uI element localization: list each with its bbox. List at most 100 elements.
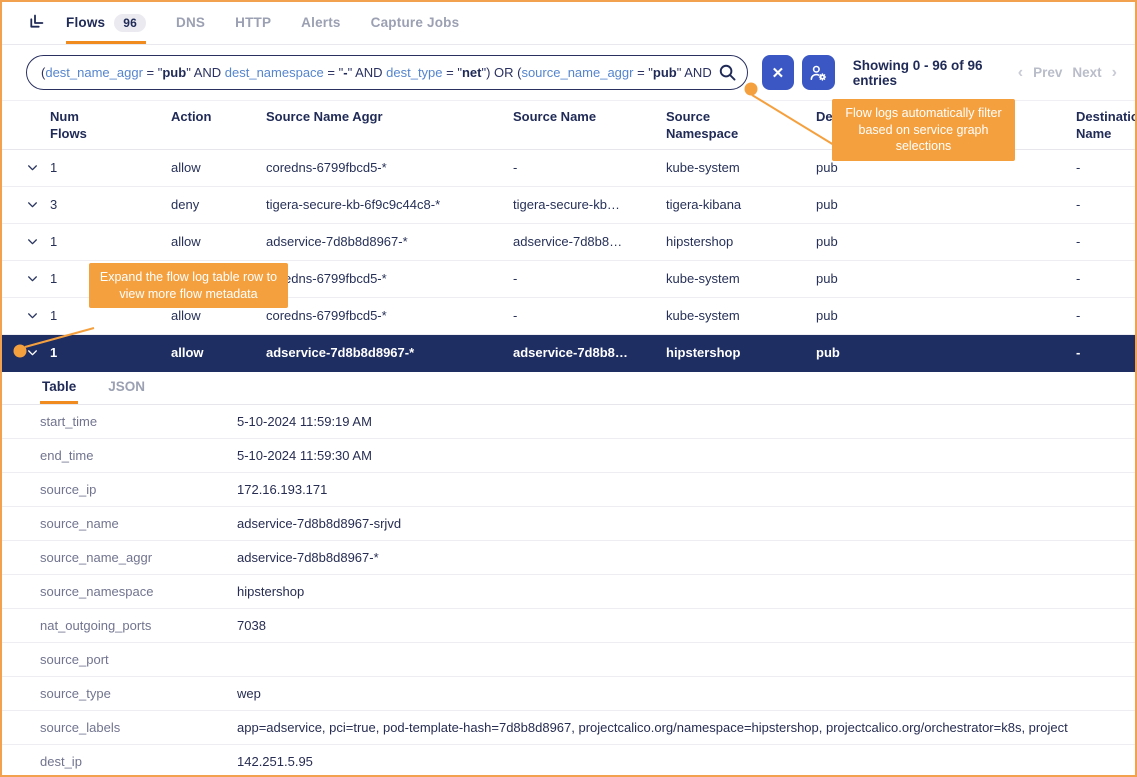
search-icon[interactable] xyxy=(718,63,737,82)
flow-row[interactable]: 1allowadservice-7d8b8d8967-*adservice-7d… xyxy=(2,224,1135,261)
cell-source-name: - xyxy=(513,271,666,286)
expand-chevron-icon[interactable] xyxy=(26,272,50,285)
tab-http[interactable]: HTTP xyxy=(235,2,271,44)
entries-count-label: Showing 0 - 96 of 96 entries xyxy=(853,58,1018,88)
cell-source-namespace: kube-system xyxy=(666,160,816,175)
field-value: wep xyxy=(237,686,1135,701)
cell-source-name-aggr: coredns-6799fbcd5-* xyxy=(266,160,513,175)
column-header: Action xyxy=(171,109,266,126)
expand-chevron-icon[interactable] xyxy=(26,198,50,211)
cell-source-namespace: kube-system xyxy=(666,271,816,286)
field-key: source_namespace xyxy=(40,584,237,599)
flow-detail-panel: TableJSON start_time5-10-2024 11:59:19 A… xyxy=(2,372,1135,777)
query-plain: = " xyxy=(633,65,652,80)
cell-action: allow xyxy=(171,234,266,249)
count-badge: 96 xyxy=(114,14,146,32)
query-plain: = " xyxy=(443,65,462,80)
detail-row: nat_outgoing_ports7038 xyxy=(2,609,1135,643)
field-value: 7038 xyxy=(237,618,1135,633)
tab-flows[interactable]: Flows 96 xyxy=(66,2,146,44)
cell-destination-name: - xyxy=(1076,271,1135,286)
pagination: ‹ Prev Next › xyxy=(1018,64,1121,82)
tab-label: Alerts xyxy=(301,15,340,30)
query-value: net xyxy=(462,65,482,80)
field-key: source_labels xyxy=(40,720,237,735)
next-chevron-icon[interactable]: › xyxy=(1112,64,1117,82)
field-value: 142.251.5.95 xyxy=(237,754,1135,769)
cell-destination-name: - xyxy=(1076,345,1135,360)
cell-source-namespace: hipstershop xyxy=(666,234,816,249)
field-key: end_time xyxy=(40,448,237,463)
field-key: source_port xyxy=(40,652,237,667)
query-plain: " AND xyxy=(186,65,225,80)
field-key: source_type xyxy=(40,686,237,701)
clear-filter-button[interactable]: ✕ xyxy=(762,55,795,90)
query-value: pub xyxy=(162,65,186,80)
field-value: 172.16.193.171 xyxy=(237,482,1135,497)
cell-destination-name: - xyxy=(1076,308,1135,323)
cell-dest-name-aggr: pub xyxy=(816,271,1076,286)
field-value: app=adservice, pci=true, pod-template-ha… xyxy=(237,720,1135,735)
callout-expand-note: Expand the flow log table row to view mo… xyxy=(89,263,288,308)
cell-destination-name: - xyxy=(1076,160,1135,175)
tab-label: DNS xyxy=(176,15,205,30)
field-key: nat_outgoing_ports xyxy=(40,618,237,633)
tab-dns[interactable]: DNS xyxy=(176,2,205,44)
cell-dest-name-aggr: pub xyxy=(816,234,1076,249)
collapse-panel-icon[interactable] xyxy=(26,14,44,32)
detail-tab-table[interactable]: Table xyxy=(40,376,78,404)
cell-source-name: adservice-7d8b8… xyxy=(513,345,666,360)
cell-source-name: tigera-secure-kb… xyxy=(513,197,666,212)
detail-row: source_port xyxy=(2,643,1135,677)
cell-source-namespace: kube-system xyxy=(666,308,816,323)
filter-query-input[interactable]: (dest_name_aggr = "pub" AND dest_namespa… xyxy=(26,55,748,90)
detail-row: end_time5-10-2024 11:59:30 AM xyxy=(2,439,1135,473)
detail-tabs: Table JSON xyxy=(2,372,1135,405)
tab-label: HTTP xyxy=(235,15,271,30)
detail-row: source_namespacehipstershop xyxy=(2,575,1135,609)
field-value: adservice-7d8b8d8967-* xyxy=(237,550,1135,565)
query-plain: = " xyxy=(143,65,162,80)
cell-source-namespace: hipstershop xyxy=(666,345,816,360)
flow-row[interactable]: 3denytigera-secure-kb-6f9c9c44c8-*tigera… xyxy=(2,187,1135,224)
cell-dest-name-aggr: pub xyxy=(816,197,1076,212)
tab-capture-jobs[interactable]: Capture Jobs xyxy=(371,2,460,44)
tab-label: Capture Jobs xyxy=(371,15,460,30)
detail-tab-json[interactable]: JSON xyxy=(106,376,147,404)
cell-num-flows: 1 xyxy=(50,160,171,175)
detail-row: dest_ip142.251.5.95 xyxy=(2,745,1135,777)
cell-source-name-aggr: adservice-7d8b8d8967-* xyxy=(266,234,513,249)
field-key: source_name xyxy=(40,516,237,531)
cell-source-name-aggr: adservice-7d8b8d8967-* xyxy=(266,345,513,360)
flow-row[interactable]: 1allowadservice-7d8b8d8967-*adservice-7d… xyxy=(2,335,1135,372)
column-header: Num Flows xyxy=(50,109,171,143)
column-header: Source Name Aggr xyxy=(266,109,513,126)
detail-row: source_name_aggradservice-7d8b8d8967-* xyxy=(2,541,1135,575)
next-button[interactable]: Next xyxy=(1072,65,1101,80)
detail-row: source_ip172.16.193.171 xyxy=(2,473,1135,507)
field-value: hipstershop xyxy=(237,584,1135,599)
log-type-tabbar: Flows 96 DNS HTTP Alerts Capture Jobs xyxy=(2,2,1135,45)
tab-label: Flows xyxy=(66,15,105,30)
detail-row: source_nameadservice-7d8b8d8967-srjvd xyxy=(2,507,1135,541)
filter-settings-button[interactable] xyxy=(802,55,835,90)
expand-chevron-icon[interactable] xyxy=(26,161,50,174)
expand-chevron-icon[interactable] xyxy=(26,309,50,322)
log-type-tabs: Flows 96 DNS HTTP Alerts Capture Jobs xyxy=(66,2,459,44)
expand-chevron-icon[interactable] xyxy=(26,346,50,359)
column-header: Source Namespace xyxy=(666,109,816,143)
flow-logs-panel: Flows 96 DNS HTTP Alerts Capture Jobs (dest_n… xyxy=(0,0,1137,777)
query-field: source_name_aggr xyxy=(521,65,633,80)
query-plain: " AND xyxy=(677,65,712,80)
callout-filter-note: Flow logs automatically filter based on … xyxy=(832,99,1015,161)
prev-button[interactable]: Prev xyxy=(1033,65,1062,80)
cell-destination-name: - xyxy=(1076,197,1135,212)
expand-chevron-icon[interactable] xyxy=(26,235,50,248)
cell-dest-name-aggr: pub xyxy=(816,160,1076,175)
tab-alerts[interactable]: Alerts xyxy=(301,2,340,44)
query-field: dest_namespace xyxy=(225,65,324,80)
prev-chevron-icon[interactable]: ‹ xyxy=(1018,64,1023,82)
detail-row: source_typewep xyxy=(2,677,1135,711)
cell-source-name-aggr: coredns-6799fbcd5-* xyxy=(266,308,513,323)
cell-dest-name-aggr: pub xyxy=(816,308,1076,323)
